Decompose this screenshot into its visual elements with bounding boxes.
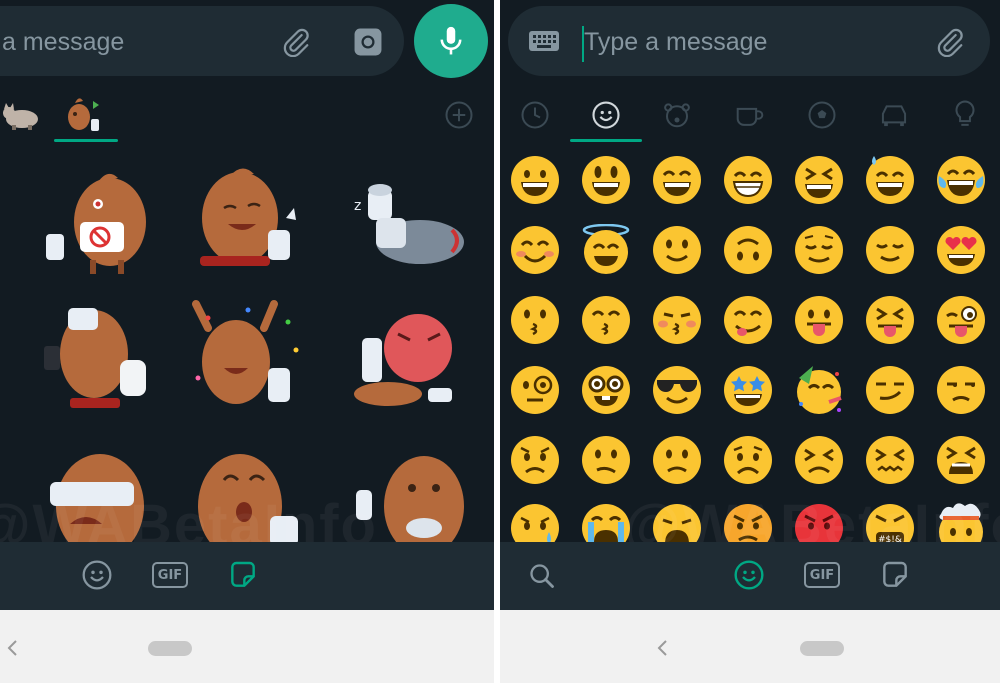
svg-text:z: z bbox=[354, 198, 361, 214]
emoji-halo[interactable] bbox=[580, 224, 632, 276]
cat-pack-tab[interactable] bbox=[0, 98, 44, 134]
sticker-poop-sleeping[interactable]: z bbox=[348, 160, 468, 280]
paperclip-icon[interactable] bbox=[932, 24, 968, 60]
soccer-ball-icon[interactable] bbox=[805, 98, 839, 132]
microphone-icon bbox=[440, 26, 462, 55]
emoji-smiling-blush[interactable] bbox=[509, 224, 561, 276]
watermark: @WABetaInfo bbox=[0, 493, 378, 542]
emoji-grinning-smiling-eyes[interactable] bbox=[651, 154, 703, 206]
emoji-unamused[interactable] bbox=[935, 364, 987, 416]
emoji-grinning-big-eyes[interactable] bbox=[580, 154, 632, 206]
emoji-nerd[interactable] bbox=[580, 364, 632, 416]
smiley-icon[interactable] bbox=[80, 558, 114, 592]
smiley-icon[interactable] bbox=[732, 558, 766, 592]
sticker-icon[interactable] bbox=[878, 558, 912, 592]
gif-icon[interactable]: GIF bbox=[152, 562, 188, 588]
camera-icon[interactable] bbox=[350, 24, 386, 60]
sticker-poop-no-sign[interactable] bbox=[40, 160, 160, 280]
active-tab-indicator bbox=[54, 139, 118, 142]
emoji-kissing[interactable] bbox=[509, 294, 561, 346]
emoji-upside-down[interactable] bbox=[722, 224, 774, 276]
bear-icon[interactable] bbox=[660, 98, 694, 132]
poop-pack-tab[interactable] bbox=[60, 92, 110, 136]
smiley-icon[interactable] bbox=[589, 98, 623, 132]
watermark: @WABetaInfo bbox=[624, 493, 1000, 542]
emoji-confounded[interactable] bbox=[864, 434, 916, 486]
emoji-slight-frown[interactable] bbox=[651, 434, 703, 486]
emoji-kissing-closed-eyes[interactable] bbox=[651, 294, 703, 346]
compose-area: a message bbox=[0, 0, 494, 86]
clock-icon[interactable] bbox=[518, 98, 552, 132]
emoji-keyboard-screen: Type a message #$!& @WABetaInfo GIF bbox=[500, 0, 1000, 683]
emoji-confused[interactable] bbox=[580, 434, 632, 486]
emoji-slight-smile[interactable] bbox=[651, 224, 703, 276]
emoji-partying[interactable] bbox=[793, 364, 845, 416]
emoji-squinting[interactable] bbox=[793, 154, 845, 206]
keyboard-tab-bar: GIF bbox=[500, 542, 1000, 610]
back-icon[interactable] bbox=[652, 638, 672, 658]
emoji-sunglasses[interactable] bbox=[651, 364, 703, 416]
message-input[interactable]: a message bbox=[0, 6, 404, 76]
keyboard-tab-bar: GIF bbox=[0, 542, 494, 610]
emoji-tired[interactable] bbox=[935, 434, 987, 486]
emoji-squinting-tongue[interactable] bbox=[864, 294, 916, 346]
message-placeholder: Type a message bbox=[584, 28, 768, 56]
active-tab-indicator bbox=[570, 139, 642, 142]
sticker-poop-laughing[interactable] bbox=[190, 160, 310, 280]
sticker-poop-angry[interactable] bbox=[348, 298, 468, 418]
emoji-yum[interactable] bbox=[722, 294, 774, 346]
back-icon[interactable] bbox=[2, 638, 22, 658]
plus-circle-icon[interactable] bbox=[442, 98, 476, 132]
emoji-beaming[interactable] bbox=[722, 154, 774, 206]
emoji-heart-eyes[interactable] bbox=[935, 224, 987, 276]
emoji-star-struck[interactable] bbox=[722, 364, 774, 416]
car-icon[interactable] bbox=[876, 98, 912, 132]
search-icon[interactable] bbox=[526, 560, 558, 592]
emoji-sweat-smile[interactable] bbox=[864, 154, 916, 206]
gif-icon[interactable]: GIF bbox=[804, 562, 840, 588]
sticker-pack-tabs bbox=[0, 86, 494, 146]
sticker-poop-celebrating[interactable] bbox=[188, 298, 308, 418]
sticker-keyboard-screen: a message z @WABetaInfo GIF bbox=[0, 0, 494, 683]
emoji-monocle[interactable] bbox=[509, 364, 561, 416]
sticker-icon[interactable] bbox=[226, 558, 260, 592]
emoji-smirk[interactable] bbox=[864, 364, 916, 416]
compose-area: Type a message bbox=[500, 0, 1000, 86]
message-placeholder: a message bbox=[2, 28, 125, 56]
message-input[interactable]: Type a message bbox=[508, 6, 990, 76]
system-nav-bar bbox=[500, 610, 1000, 683]
emoji-smiling-closed-eyes[interactable] bbox=[864, 224, 916, 276]
emoji-frowning[interactable] bbox=[722, 434, 774, 486]
emoji-tongue[interactable] bbox=[793, 294, 845, 346]
emoji-sad-relieved[interactable] bbox=[509, 502, 561, 542]
emoji-kissing-smiling-eyes[interactable] bbox=[580, 294, 632, 346]
keyboard-icon[interactable] bbox=[526, 26, 562, 56]
microphone-button[interactable] bbox=[414, 4, 488, 78]
sticker-grid: z @WABetaInfo bbox=[0, 146, 494, 542]
coffee-cup-icon[interactable] bbox=[732, 98, 768, 132]
emoji-relieved[interactable] bbox=[793, 224, 845, 276]
emoji-persevering[interactable] bbox=[793, 434, 845, 486]
emoji-grinning[interactable] bbox=[509, 154, 561, 206]
home-pill[interactable] bbox=[800, 641, 844, 656]
emoji-category-tabs bbox=[500, 86, 1000, 146]
sticker-poop-toilet-phone[interactable] bbox=[34, 298, 154, 418]
emoji-winking-tongue[interactable] bbox=[935, 294, 987, 346]
system-nav-bar bbox=[0, 610, 494, 683]
emoji-worried[interactable] bbox=[509, 434, 561, 486]
paperclip-icon[interactable] bbox=[278, 24, 314, 60]
lightbulb-icon[interactable] bbox=[948, 98, 982, 132]
home-pill[interactable] bbox=[148, 641, 192, 656]
emoji-grid: #$!& @WABetaInfo bbox=[500, 146, 1000, 542]
emoji-tears-of-joy[interactable] bbox=[935, 154, 987, 206]
